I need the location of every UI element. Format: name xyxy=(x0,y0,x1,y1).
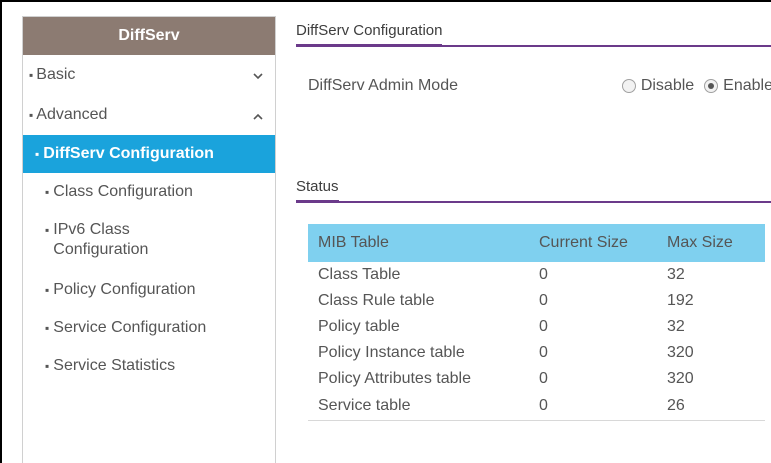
cell: Policy table xyxy=(318,318,400,335)
sidebar-item-service-statistics[interactable]: ▪ Service Statistics xyxy=(23,347,275,385)
title-underline xyxy=(296,200,339,202)
nav-group-basic[interactable]: ▪ Basic xyxy=(23,55,275,95)
divider xyxy=(296,201,771,203)
sidebar-item-service-configuration[interactable]: ▪ Service Configuration xyxy=(23,309,275,347)
radio-circle-checked xyxy=(704,79,719,93)
cell: 192 xyxy=(667,292,694,309)
cell: Class Rule table xyxy=(318,292,435,309)
status-title: Status xyxy=(296,178,339,195)
sidebar-item-label: IPv6 Class Configuration xyxy=(53,221,149,258)
cell: 0 xyxy=(539,370,548,387)
nav-group-label: Advanced xyxy=(36,106,108,123)
cell: Class Table xyxy=(318,266,401,283)
table-header-row: MIB Table Current Size Max Size xyxy=(308,224,765,262)
chevron-up-icon xyxy=(253,109,263,123)
bullet-icon: ▪ xyxy=(29,108,34,122)
nav-group-label: Basic xyxy=(36,66,76,83)
cell: 320 xyxy=(667,370,694,387)
column-header: Max Size xyxy=(657,224,765,262)
sidebar-item-label: Service Statistics xyxy=(53,357,176,374)
status-section: Status MIB Table Current Size Max Size C… xyxy=(296,172,771,421)
bullet-icon: ▪ xyxy=(45,283,50,297)
sidebar-item-label: Service Configuration xyxy=(53,319,207,336)
table-row: Class Rule table 0 192 xyxy=(308,288,765,314)
cell: Service table xyxy=(308,392,529,421)
sidebar-item-label: Policy Configuration xyxy=(53,281,196,298)
app-frame: DiffServ ▪ Basic ▪ Advanced ▪ DiffServ C… xyxy=(0,0,771,463)
table-row: Service table 0 26 xyxy=(308,392,765,421)
table-row: Policy Attributes table 0 320 xyxy=(308,366,765,392)
bullet-icon: ▪ xyxy=(45,359,50,373)
column-header: Current Size xyxy=(529,224,657,262)
radio-label: Enable xyxy=(723,77,771,94)
sidebar-item-ipv6-class-configuration[interactable]: ▪ IPv6 Class Configuration xyxy=(23,211,275,271)
disable-radio[interactable]: Disable xyxy=(621,77,695,95)
page-title: DiffServ Configuration xyxy=(296,22,443,39)
table-row: Policy table 0 32 xyxy=(308,314,765,340)
sidebar-item-label: DiffServ Configuration xyxy=(43,145,214,162)
sidebar-header: DiffServ xyxy=(23,17,275,55)
section-header: DiffServ Configuration xyxy=(296,16,443,46)
cell: 320 xyxy=(667,344,694,361)
nav-group-advanced[interactable]: ▪ Advanced xyxy=(23,95,275,135)
bullet-icon: ▪ xyxy=(29,68,34,82)
admin-mode-row: DiffServ Admin Mode Disable Enable xyxy=(308,74,771,98)
cell: 0 xyxy=(539,292,548,309)
chevron-down-icon xyxy=(253,69,263,83)
cell: 0 xyxy=(539,318,548,335)
cell: Policy Instance table xyxy=(318,344,465,361)
enable-radio[interactable]: Enable xyxy=(704,77,771,95)
cell: 32 xyxy=(667,318,685,335)
sidebar-item-diffserv-configuration[interactable]: ▪ DiffServ Configuration xyxy=(23,135,275,173)
bullet-icon: ▪ xyxy=(45,223,50,237)
admin-mode-label: DiffServ Admin Mode xyxy=(308,77,458,94)
cell: 0 xyxy=(539,266,548,283)
cell: 0 xyxy=(529,392,657,421)
cell: 0 xyxy=(539,344,548,361)
bullet-icon: ▪ xyxy=(35,147,40,161)
cell: 26 xyxy=(657,392,765,421)
bullet-icon: ▪ xyxy=(45,321,50,335)
table-row: Class Table 0 32 xyxy=(308,262,765,288)
title-underline xyxy=(296,44,443,46)
cell: 32 xyxy=(667,266,685,283)
mib-table: MIB Table Current Size Max Size Class Ta… xyxy=(308,224,765,421)
column-header: MIB Table xyxy=(308,224,529,262)
main-content: DiffServ Configuration DiffServ Admin Mo… xyxy=(296,16,771,421)
sidebar-item-label: Class Configuration xyxy=(53,183,193,200)
cell: Policy Attributes table xyxy=(318,370,471,387)
radio-circle-unchecked xyxy=(621,79,636,93)
sidebar-item-class-configuration[interactable]: ▪ Class Configuration xyxy=(23,173,275,211)
bullet-icon: ▪ xyxy=(45,185,50,199)
table-row: Policy Instance table 0 320 xyxy=(308,340,765,366)
radio-label: Disable xyxy=(640,77,695,94)
status-header: Status xyxy=(296,172,339,202)
sidebar-item-policy-configuration[interactable]: ▪ Policy Configuration xyxy=(23,271,275,309)
sidebar: DiffServ ▪ Basic ▪ Advanced ▪ DiffServ C… xyxy=(22,16,276,463)
